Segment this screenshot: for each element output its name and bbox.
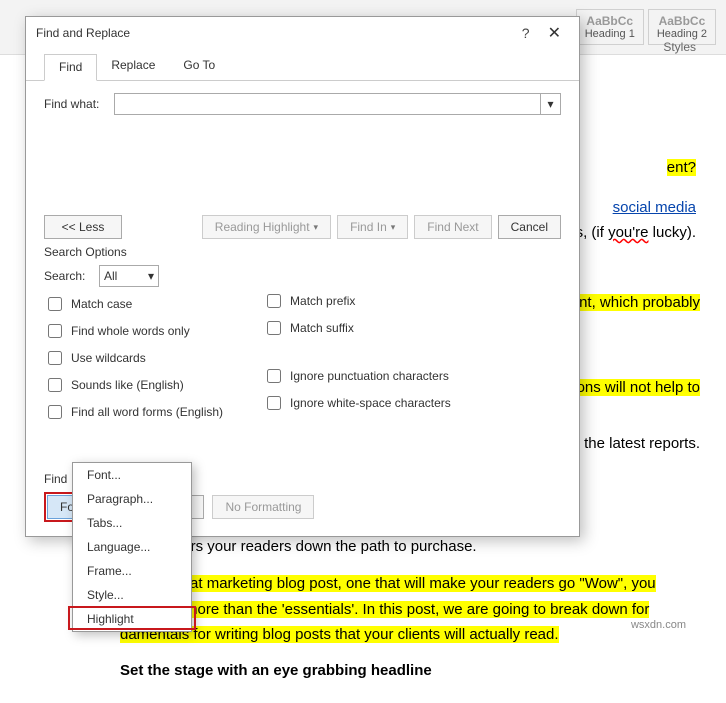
chevron-down-icon: ▾ bbox=[547, 97, 553, 111]
format-menu: Font... Paragraph... Tabs... Language...… bbox=[72, 462, 192, 632]
watermark: wsxdn.com bbox=[631, 619, 686, 631]
style-preview: AaBbCc bbox=[657, 14, 707, 28]
text: ent? bbox=[667, 159, 696, 176]
social-media-link[interactable]: social media bbox=[613, 199, 696, 216]
match-prefix-checkbox[interactable]: Match prefix bbox=[263, 291, 451, 311]
text: ions will not help to bbox=[573, 379, 700, 396]
find-next-button: Find Next bbox=[414, 215, 491, 239]
format-menu-highlight[interactable]: Highlight bbox=[73, 607, 191, 631]
find-what-dropdown[interactable]: ▾ bbox=[540, 94, 560, 114]
text: lucky). bbox=[648, 224, 696, 241]
search-direction-select[interactable]: All▾ bbox=[99, 265, 159, 287]
format-menu-frame[interactable]: Frame... bbox=[73, 559, 191, 583]
search-direction-label: Search: bbox=[44, 269, 99, 283]
match-suffix-checkbox[interactable]: Match suffix bbox=[263, 318, 451, 338]
no-formatting-button: No Formatting bbox=[212, 495, 314, 519]
cancel-button[interactable]: Cancel bbox=[498, 215, 561, 239]
tab-find[interactable]: Find bbox=[44, 54, 97, 81]
text: ling to do more than the 'essentials'. I… bbox=[120, 601, 649, 618]
format-menu-tabs[interactable]: Tabs... bbox=[73, 511, 191, 535]
format-menu-language[interactable]: Language... bbox=[73, 535, 191, 559]
find-replace-dialog: Find and Replace ? ✕ Find Replace Go To … bbox=[25, 16, 580, 537]
close-button[interactable]: ✕ bbox=[540, 23, 569, 43]
tab-replace[interactable]: Replace bbox=[97, 53, 169, 80]
text: you're bbox=[608, 224, 648, 241]
style-preview: AaBbCc bbox=[585, 14, 635, 28]
list-item-title: Set the stage with an eye grabbing headl… bbox=[120, 662, 432, 679]
format-menu-style[interactable]: Style... bbox=[73, 583, 191, 607]
help-button[interactable]: ? bbox=[512, 25, 540, 41]
dialog-titlebar: Find and Replace ? ✕ bbox=[26, 17, 579, 49]
find-what-input[interactable]: ▾ bbox=[114, 93, 561, 115]
style-heading-1[interactable]: AaBbCc Heading 1 bbox=[576, 9, 644, 45]
wildcards-checkbox[interactable]: Use wildcards bbox=[44, 348, 223, 368]
search-options-label: Search Options bbox=[44, 245, 561, 259]
ignore-whitespace-checkbox[interactable]: Ignore white-space characters bbox=[263, 393, 451, 413]
style-name: Heading 2 bbox=[657, 28, 707, 40]
ignore-punctuation-checkbox[interactable]: Ignore punctuation characters bbox=[263, 366, 451, 386]
less-button[interactable]: << Less bbox=[44, 215, 122, 239]
format-menu-font[interactable]: Font... bbox=[73, 463, 191, 487]
find-in-button: Find In bbox=[337, 215, 408, 239]
find-what-label: Find what: bbox=[44, 97, 114, 111]
format-menu-paragraph[interactable]: Paragraph... bbox=[73, 487, 191, 511]
whole-words-checkbox[interactable]: Find whole words only bbox=[44, 321, 223, 341]
style-name: Heading 1 bbox=[585, 28, 635, 40]
dialog-tabs: Find Replace Go To bbox=[26, 53, 579, 81]
tab-goto[interactable]: Go To bbox=[169, 53, 229, 80]
dialog-title: Find and Replace bbox=[36, 26, 130, 40]
match-case-checkbox[interactable]: Match case bbox=[44, 294, 223, 314]
chevron-down-icon: ▾ bbox=[148, 269, 154, 283]
text: write a great marketing blog post, one t… bbox=[120, 575, 656, 592]
reading-highlight-button: Reading Highlight bbox=[202, 215, 331, 239]
sounds-like-checkbox[interactable]: Sounds like (English) bbox=[44, 375, 223, 395]
all-word-forms-checkbox[interactable]: Find all word forms (English) bbox=[44, 402, 223, 422]
styles-group-label: Styles bbox=[663, 40, 696, 54]
